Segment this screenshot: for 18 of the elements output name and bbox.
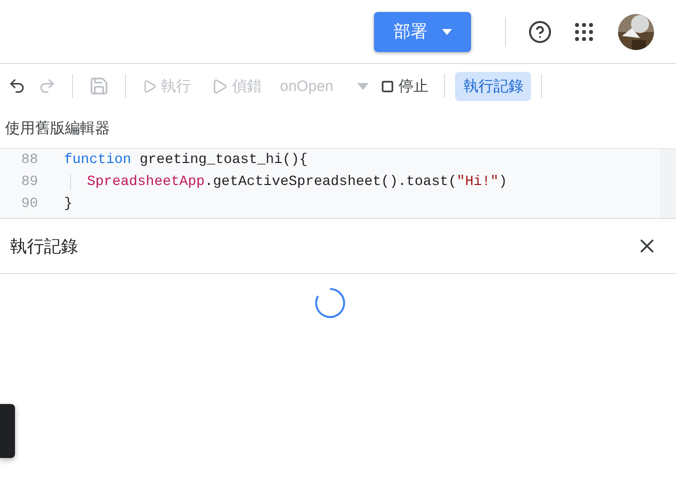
play-icon <box>211 78 228 94</box>
help-icon[interactable] <box>528 20 552 44</box>
line-number: 89 <box>20 174 38 190</box>
stop-icon <box>381 80 394 92</box>
legacy-editor-link[interactable]: 使用舊版編輯器 <box>5 118 110 138</box>
panel-title: 執行記錄 <box>10 236 78 258</box>
execution-log-button[interactable]: 執行記錄 <box>455 72 532 100</box>
caret-icon <box>357 82 370 90</box>
code-line: SpreadsheetApp.getActiveSpreadsheet().toast("Hi!") <box>70 174 508 190</box>
line-number: 88 <box>20 152 38 168</box>
deploy-button[interactable]: 部署 <box>374 12 471 52</box>
line-number: 90 <box>20 196 38 212</box>
snackbar <box>0 404 15 458</box>
code-line: function greeting_toast_hi(){ <box>64 152 308 168</box>
caret-icon <box>442 28 452 34</box>
code-line: } <box>64 196 72 212</box>
play-icon <box>142 78 157 94</box>
stop-button[interactable]: 停止 <box>375 72 434 100</box>
